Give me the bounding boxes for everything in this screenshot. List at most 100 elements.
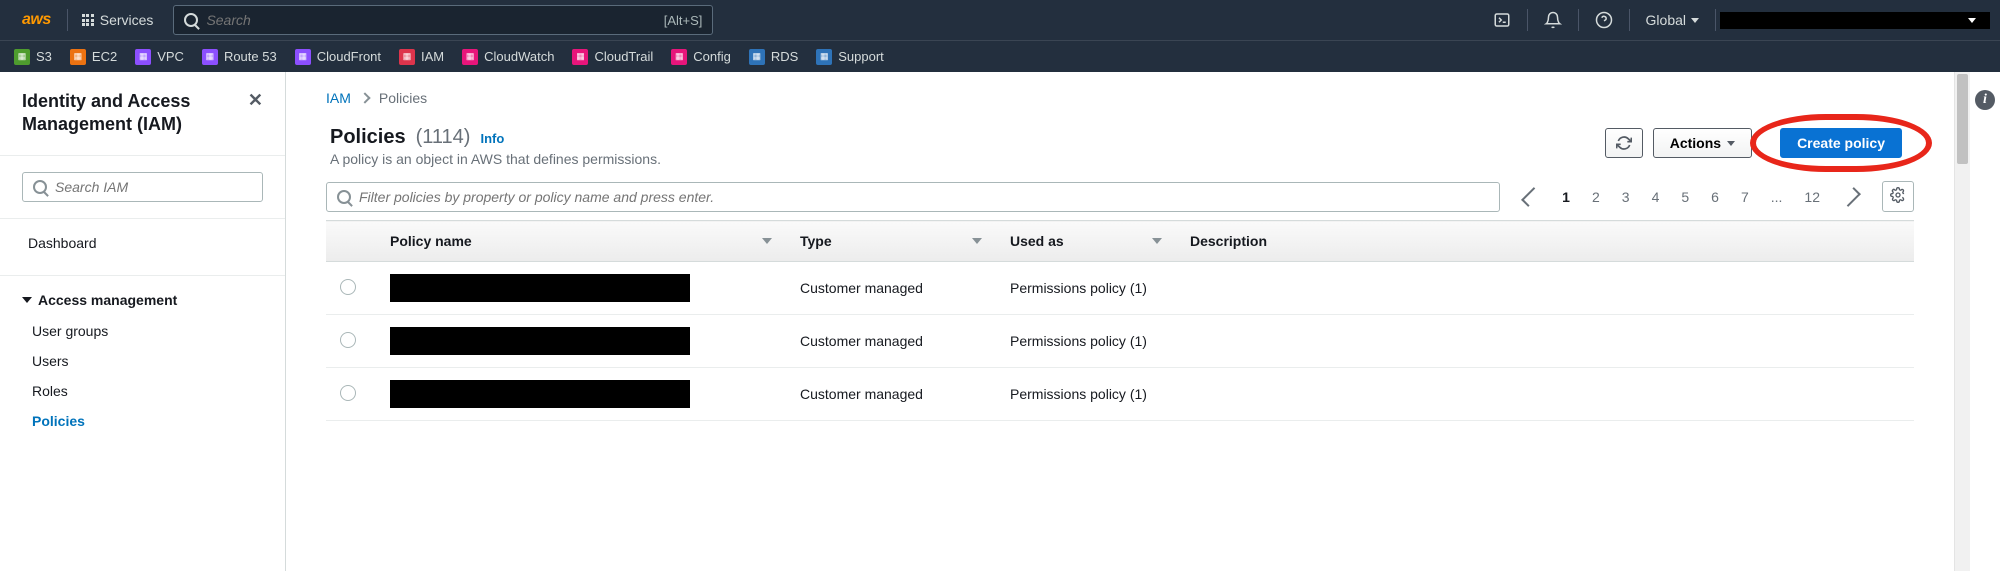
info-panel-toggle[interactable]: i [1970,72,2000,571]
cloudshell-icon[interactable] [1481,3,1523,37]
cell-policy-name[interactable] [376,262,786,315]
th-policy-name[interactable]: Policy name [376,221,786,262]
help-icon[interactable] [1583,3,1625,37]
nav-roles[interactable]: Roles [0,376,285,406]
main-content: IAM Policies Policies (1114) Info A poli… [286,72,1954,571]
cell-select[interactable] [326,315,376,368]
refresh-icon [1616,135,1632,151]
fav-item-support[interactable]: ▦Support [816,49,884,65]
cell-policy-name[interactable] [376,315,786,368]
actions-label: Actions [1670,135,1721,151]
fav-item-config[interactable]: ▦ Config [671,49,731,65]
fav-item-cloudfront[interactable]: ▦CloudFront [295,49,381,65]
sidebar-search[interactable] [22,172,263,202]
fav-item-iam[interactable]: ▦IAM [399,49,444,65]
nav-dashboard[interactable]: Dashboard [0,227,285,259]
fav-item-ec2[interactable]: ▦EC2 [70,49,117,65]
sort-icon [972,238,982,244]
cell-policy-name[interactable] [376,368,786,421]
redacted-name [390,327,690,355]
radio-icon[interactable] [340,385,356,401]
divider [1629,9,1630,31]
service-icon: ▦ [202,49,218,65]
account-selector[interactable] [1720,12,1990,29]
fav-label: CloudTrail [594,49,653,64]
th-description[interactable]: Description [1176,221,1914,262]
divider [1527,9,1528,31]
cell-select[interactable] [326,262,376,315]
radio-icon[interactable] [340,332,356,348]
nav-user-groups[interactable]: User groups [0,316,285,346]
pager-page[interactable]: 12 [1796,185,1828,209]
nav-heading-access[interactable]: Access management [0,284,285,316]
refresh-button[interactable] [1605,128,1643,158]
pager-page[interactable]: 1 [1554,185,1578,209]
fav-item-cloudwatch[interactable]: ▦CloudWatch [462,49,554,65]
sidebar-search-input[interactable] [55,179,252,195]
close-icon[interactable]: ✕ [248,90,263,111]
fav-item-s3[interactable]: ▦S3 [14,49,52,65]
search-icon [184,13,198,27]
pager-page[interactable]: 4 [1644,185,1668,209]
nav-section: Access management User groups Users Role… [0,275,285,444]
aws-logo[interactable]: aws [10,11,63,29]
settings-button[interactable] [1882,181,1914,212]
global-header: aws Services [Alt+S] Global [0,0,2000,40]
table-row: Customer managedPermissions policy (1) [326,262,1914,315]
service-icon: ▦ [295,49,311,65]
cell-select[interactable] [326,368,376,421]
scrollbar[interactable] [1954,72,1970,571]
region-label: Global [1646,12,1686,28]
pager-page[interactable]: 6 [1703,185,1727,209]
fav-item-route-53[interactable]: ▦Route 53 [202,49,277,65]
sort-icon [1152,238,1162,244]
sidebar-header: Identity and Access Management (IAM) ✕ [0,90,285,156]
pager-page[interactable]: 5 [1673,185,1697,209]
service-icon: ▦ [14,49,30,65]
create-policy-button[interactable]: Create policy [1780,128,1902,158]
nav-users[interactable]: Users [0,346,285,376]
nav-policies[interactable]: Policies [0,406,285,436]
chevron-left-icon [1521,187,1541,207]
service-icon: ▦ [749,49,765,65]
pager-prev[interactable] [1514,185,1548,209]
info-link[interactable]: Info [480,131,504,146]
caret-down-icon [1691,18,1699,23]
pager-next[interactable] [1834,185,1868,209]
th-type[interactable]: Type [786,221,996,262]
fav-label: Config [693,49,731,64]
page-header: Policies (1114) Info A policy is an obje… [326,126,1914,167]
services-menu[interactable]: Services [72,6,164,34]
pager-page[interactable]: 2 [1584,185,1608,209]
global-search-input[interactable] [206,12,663,28]
service-icon: ▦ [671,49,687,65]
th-used-as[interactable]: Used as [996,221,1176,262]
fav-label: EC2 [92,49,117,64]
notifications-icon[interactable] [1532,3,1574,37]
fav-item-rds[interactable]: ▦RDS [749,49,798,65]
breadcrumb-root[interactable]: IAM [326,90,351,106]
table-header-row: Policy name Type Used as Description [326,221,1914,262]
fav-item-cloudtrail[interactable]: ▦CloudTrail [572,49,653,65]
table-row: Customer managedPermissions policy (1) [326,315,1914,368]
cell-type: Customer managed [786,368,996,421]
pager-page[interactable]: ... [1763,185,1791,209]
sort-icon [762,238,772,244]
filter-input-wrap[interactable] [326,182,1500,212]
radio-icon[interactable] [340,279,356,295]
cell-description [1176,368,1914,421]
filter-input[interactable] [359,189,1489,205]
pager-page[interactable]: 7 [1733,185,1757,209]
region-selector[interactable]: Global [1634,6,1711,34]
global-search[interactable]: [Alt+S] [173,5,713,35]
pager-page[interactable]: 3 [1614,185,1638,209]
gear-icon [1890,187,1906,203]
redacted-name [390,380,690,408]
fav-label: Support [838,49,884,64]
actions-button[interactable]: Actions [1653,128,1752,158]
page-title: Policies [330,126,406,149]
scrollbar-thumb[interactable] [1957,74,1968,164]
fav-item-vpc[interactable]: ▦VPC [135,49,184,65]
breadcrumb-current: Policies [379,90,427,106]
nav-section: Dashboard [0,218,285,267]
